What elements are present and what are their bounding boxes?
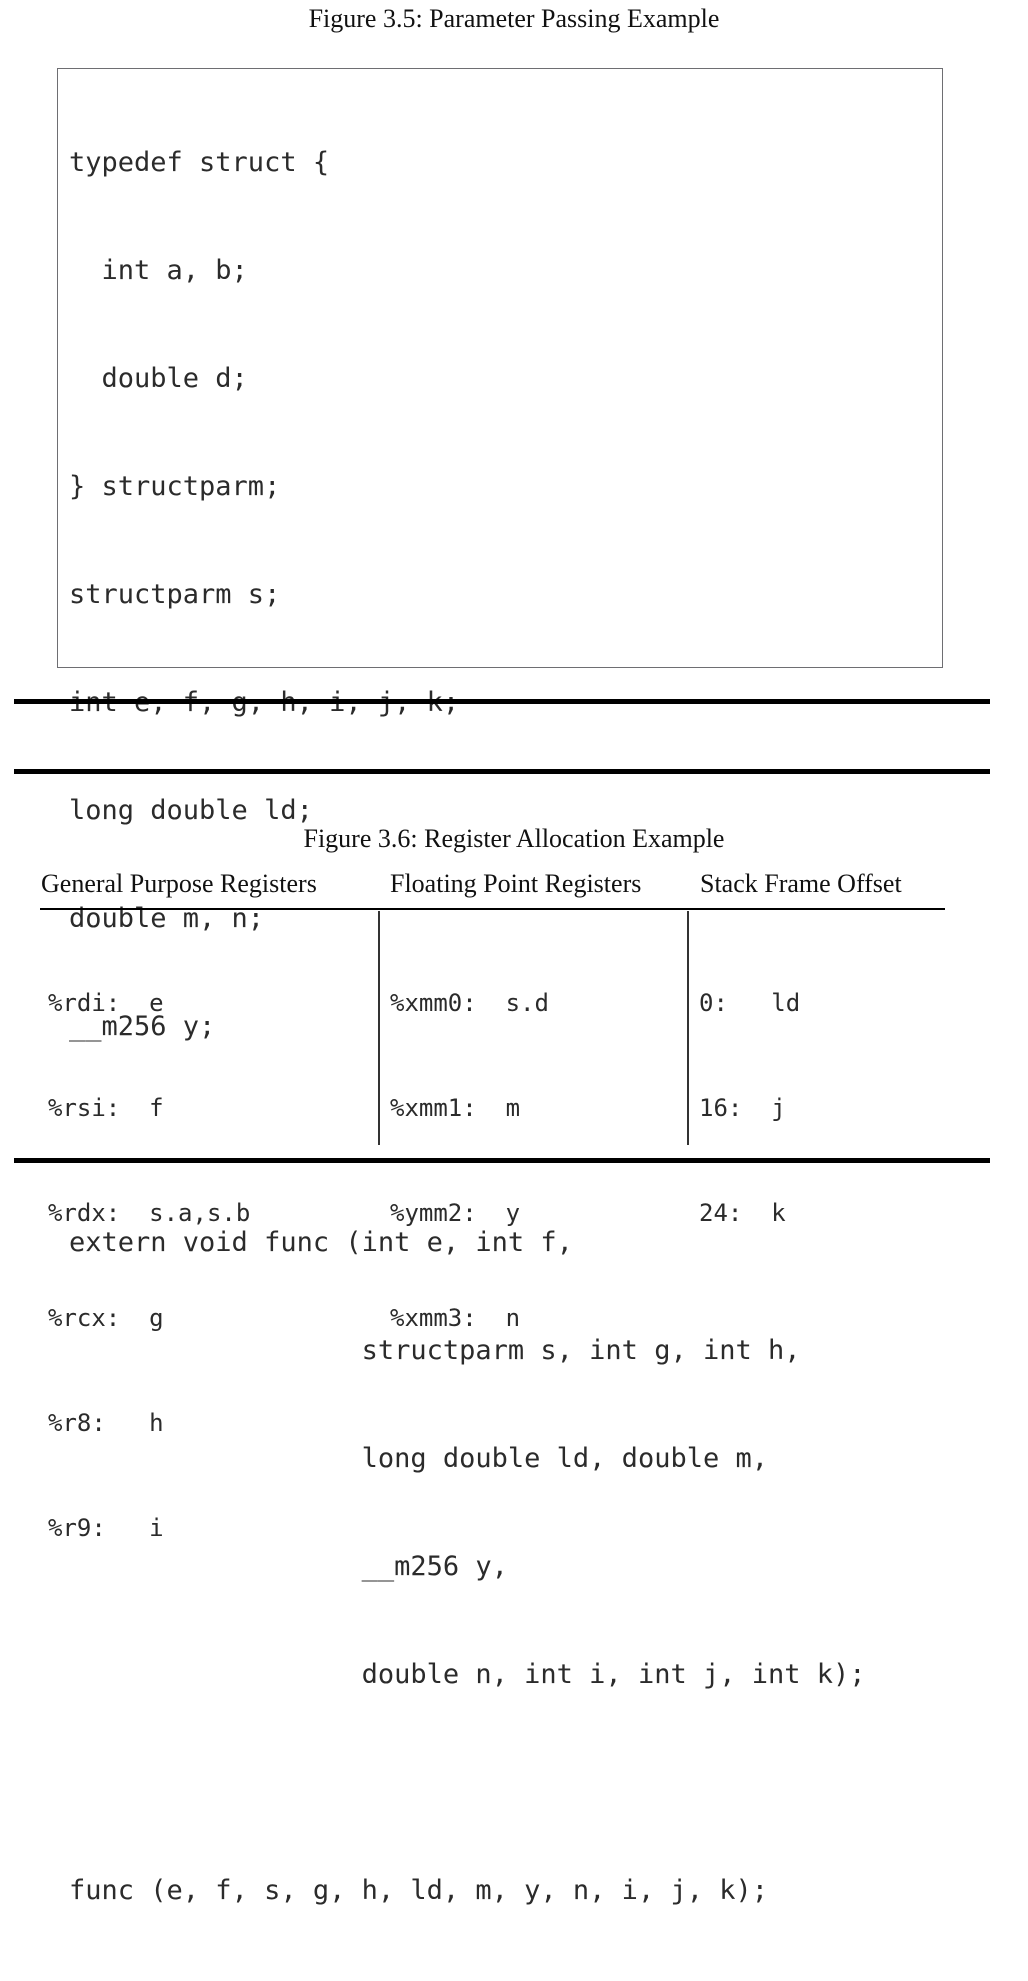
register-allocation-table: General Purpose Registers Floating Point… (0, 868, 1028, 1542)
figure-3-6-caption: Figure 3.6: Register Allocation Example (303, 824, 725, 853)
table-row: %xmm3: n (390, 1304, 521, 1332)
table-row: %ymm2: y (390, 1199, 521, 1227)
code-line: } structparm; (69, 471, 281, 502)
table-row: %r8: h (48, 1409, 164, 1437)
table-row: %xmm1: m (390, 1094, 521, 1122)
table-column-general-purpose-registers: %rdi: e %rsi: f %rdx: s.a,s.b %rcx: g %r… (48, 916, 250, 1616)
table-column-stack-frame-offset: 0: ld 16: j 24: k (699, 916, 800, 1301)
table-row: 16: j (699, 1094, 786, 1122)
code-line: int a, b; (69, 255, 248, 286)
table-row: %xmm0: s.d (390, 989, 549, 1017)
table-row: %rcx: g (48, 1304, 164, 1332)
code-line: typedef struct { (69, 147, 330, 178)
code-line: double d; (69, 363, 248, 394)
table-row: %rsi: f (48, 1094, 164, 1122)
table-column-divider-1 (378, 911, 380, 1145)
table-column-divider-2 (687, 911, 689, 1145)
table-header-floating-point-registers: Floating Point Registers (390, 869, 642, 898)
table-header-general-purpose-registers: General Purpose Registers (41, 869, 317, 898)
code-listing-box: typedef struct { int a, b; double d; } s… (57, 68, 943, 1906)
horizontal-rule-top (14, 699, 990, 704)
code-line: func (e, f, s, g, h, ld, m, y, n, i, j, … (69, 1875, 768, 1906)
table-header-stack-frame-offset: Stack Frame Offset (700, 869, 902, 898)
table-row: 0: ld (699, 989, 801, 1017)
table-row: %r9: i (48, 1514, 164, 1542)
figure-3-5-caption: Figure 3.5: Parameter Passing Example (308, 4, 720, 33)
table-header-rule (40, 908, 945, 910)
code-line: double n, int i, int j, int k); (69, 1659, 866, 1690)
table-row: 24: k (699, 1199, 786, 1227)
table-row: %rdi: e (48, 989, 164, 1017)
horizontal-rule-bottom (14, 1158, 990, 1163)
code-line: structparm s; (69, 579, 281, 610)
horizontal-rule-middle (14, 769, 990, 774)
table-row: %rdx: s.a,s.b (48, 1199, 251, 1227)
